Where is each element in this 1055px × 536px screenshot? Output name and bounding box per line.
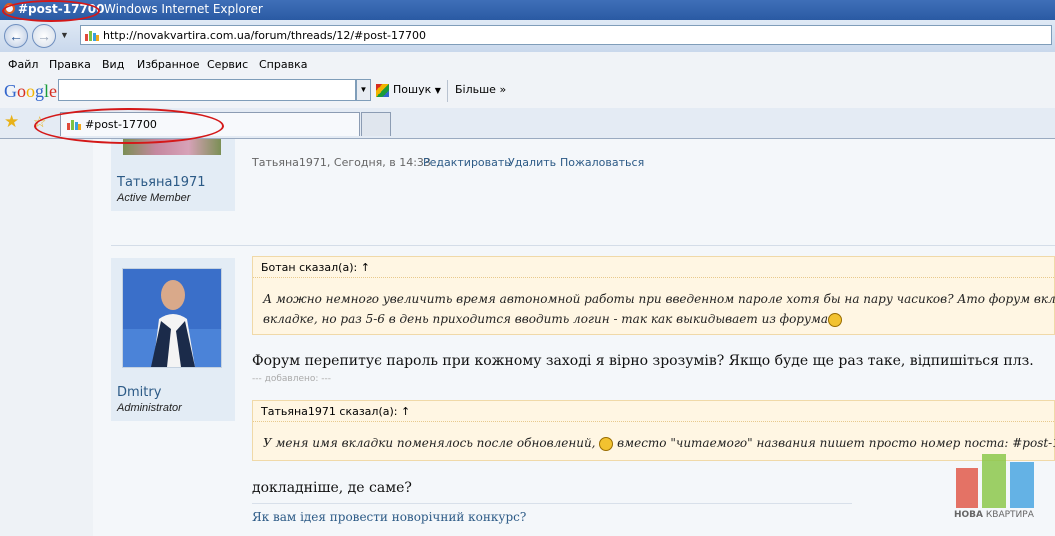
window-app-title: Windows Internet Explorer	[104, 2, 263, 16]
post-meta: Татьяна1971, Сегодня, в 14:33	[252, 156, 431, 169]
back-button[interactable]: ←	[4, 24, 28, 48]
user-card-dmitry: Dmitry Administrator	[111, 258, 235, 421]
merged-note: --- добавлено: ---	[252, 374, 332, 384]
forum-thread: Татьяна1971 Active Member Татьяна1971, С…	[93, 139, 1055, 536]
menu-favorites[interactable]: Избранное	[137, 58, 199, 71]
sad-smiley-icon	[599, 436, 614, 451]
google-search-dropdown-icon[interactable]: ▼	[356, 79, 371, 101]
menu-bar: Файл Правка Вид Избранное Сервис Справка	[0, 52, 1055, 77]
edit-link[interactable]: Редактировать	[423, 156, 511, 169]
sad-smiley-icon	[828, 312, 843, 327]
building-logo-icon	[956, 454, 1034, 508]
favorites-star-icon[interactable]: ★	[4, 112, 19, 132]
history-dropdown-icon[interactable]: ▼	[60, 30, 69, 40]
post-text: докладніше, де саме?	[252, 480, 412, 496]
annotation-ellipse-tab	[34, 108, 224, 144]
quote-author-link[interactable]: Ботан сказал(а): ↑	[261, 261, 370, 274]
post-divider	[111, 245, 1055, 246]
left-gutter	[0, 139, 93, 536]
page-content: Татьяна1971 Active Member Татьяна1971, С…	[0, 139, 1055, 536]
quote-text-line: А можно немного увеличить время автономн…	[263, 292, 1055, 306]
quote-header: Ботан сказал(а): ↑	[253, 257, 1054, 278]
google-more-button[interactable]: Більше »	[455, 83, 506, 96]
google-search-input[interactable]	[58, 79, 356, 101]
quote-text-line: У меня имя вкладки поменялось после обно…	[263, 436, 1055, 451]
quote-text-line: вкладке, но раз 5-6 в день приходится вв…	[263, 309, 843, 329]
address-bar[interactable]: http://novakvartira.com.ua/forum/threads…	[80, 25, 1052, 45]
title-bar: #post-17700 Windows Internet Explorer	[0, 0, 1055, 20]
quote-block: Татьяна1971 сказал(а): ↑ У меня имя вкла…	[252, 400, 1055, 461]
toolbar-divider	[447, 80, 448, 102]
signature-divider	[252, 503, 852, 504]
address-url[interactable]: http://novakvartira.com.ua/forum/threads…	[103, 29, 426, 42]
watermark-text: НОВА КВАРТИРА	[954, 510, 1034, 520]
avatar-photo	[123, 269, 221, 367]
quote-block: Ботан сказал(а): ↑ А можно немного увели…	[252, 256, 1055, 335]
user-card-tatyana: Татьяна1971 Active Member	[111, 139, 235, 211]
menu-file[interactable]: Файл	[8, 58, 38, 71]
user-role: Active Member	[117, 192, 191, 204]
menu-help[interactable]: Справка	[259, 58, 307, 71]
signature-link[interactable]: Як вам ідея провести новорічний конкурс?	[252, 510, 526, 524]
google-search-button[interactable]: Пошук ▼	[376, 83, 441, 97]
avatar[interactable]	[122, 268, 222, 368]
menu-edit[interactable]: Правка	[49, 58, 91, 71]
username-link[interactable]: Dmitry	[117, 385, 161, 400]
annotation-ellipse-title	[2, 0, 100, 22]
menu-tools[interactable]: Сервис	[207, 58, 248, 71]
menu-view[interactable]: Вид	[102, 58, 124, 71]
site-favicon-icon	[85, 31, 99, 41]
google-g-icon	[376, 83, 389, 97]
post-text: Форум перепитує пароль при кожному заход…	[252, 353, 1034, 369]
site-watermark: НОВА КВАРТИРА	[954, 454, 1040, 524]
report-link[interactable]: Пожаловаться	[560, 156, 644, 169]
new-tab-button[interactable]	[361, 112, 391, 136]
quote-author-link[interactable]: Татьяна1971 сказал(а): ↑	[261, 405, 410, 418]
google-logo: Google	[4, 81, 58, 101]
quote-header: Татьяна1971 сказал(а): ↑	[253, 401, 1054, 422]
delete-link[interactable]: Удалить	[508, 156, 556, 169]
username-link[interactable]: Татьяна1971	[117, 175, 206, 190]
google-toolbar: Google ▼ Пошук ▼ Більше »	[0, 76, 1055, 109]
navigation-bar: ← → ▼ http://novakvartira.com.ua/forum/t…	[0, 20, 1055, 52]
user-role: Administrator	[117, 402, 182, 414]
forward-button[interactable]: →	[32, 24, 56, 48]
